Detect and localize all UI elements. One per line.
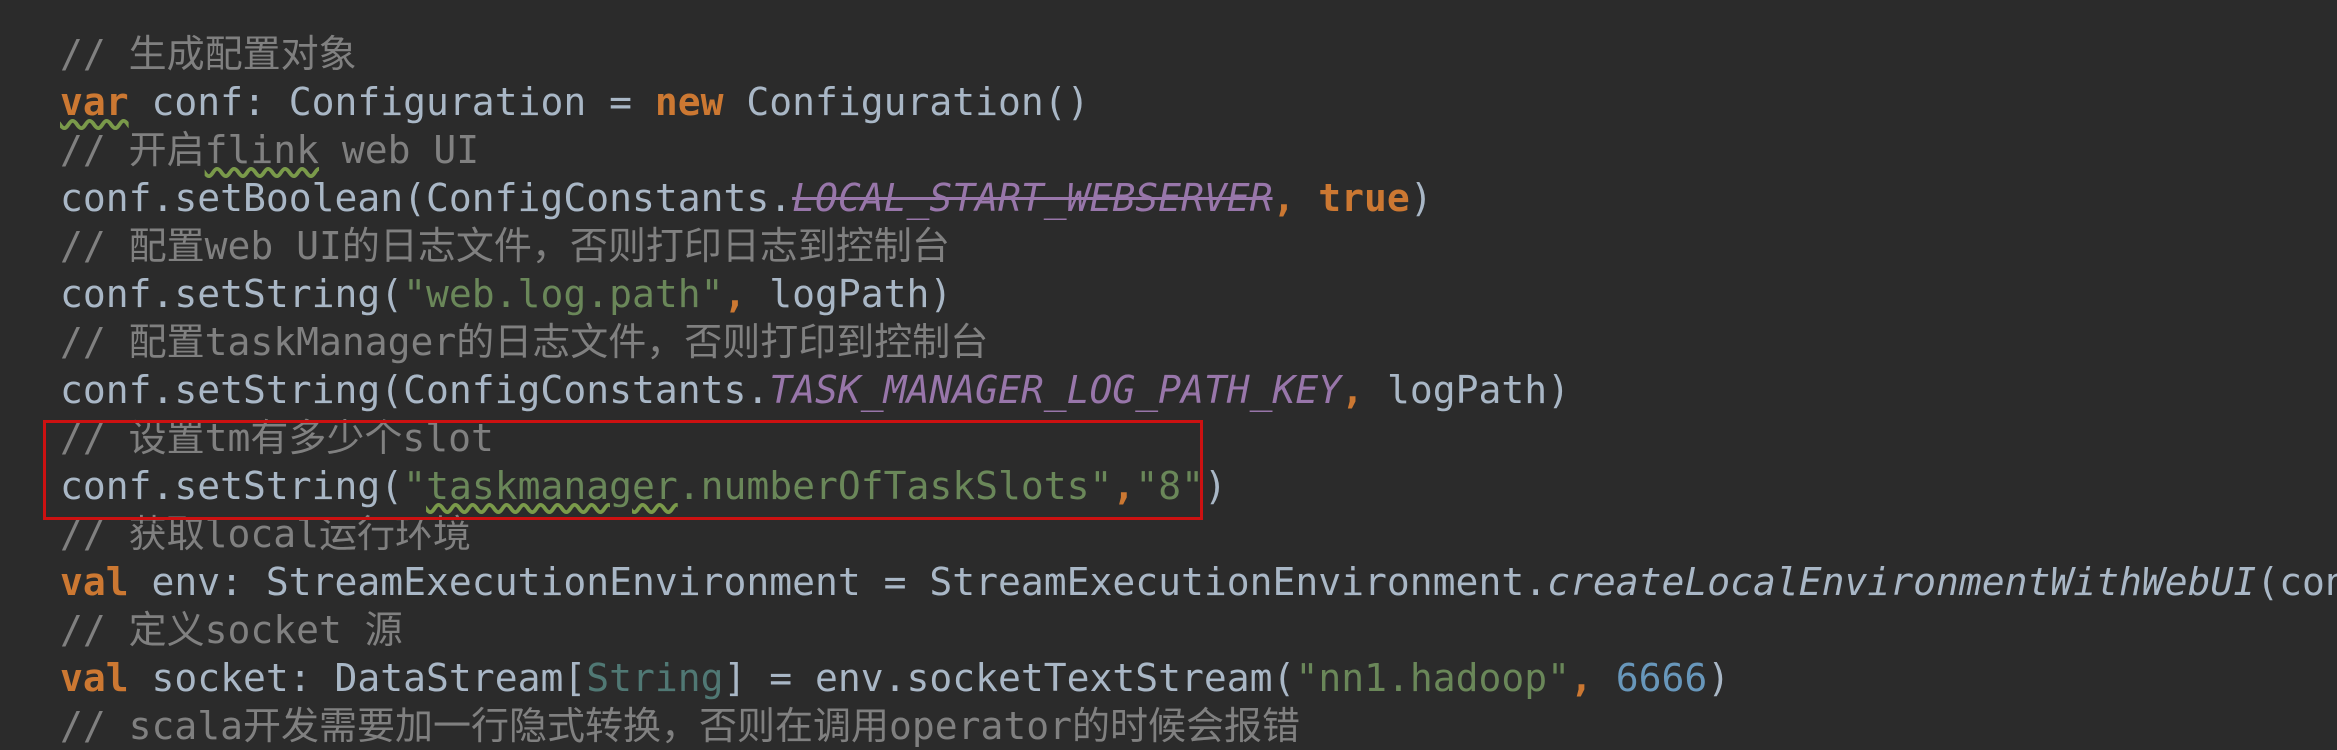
code-line: conf.setString("taskmanager.numberOfTask… [60,462,2337,510]
code-line-comment: // 开启flink web UI [60,126,2337,174]
code-line: conf.setString("web.log.path", logPath) [60,270,2337,318]
code-line-comment: // 生成配置对象 [60,32,357,76]
code-text: conf: Configuration = [128,80,655,124]
code-line-comment: // 获取local运行环境 [60,512,472,556]
code-line: val socket: DataStream[String] = env.soc… [60,654,2337,702]
string-literal: "web.log.path" [403,272,724,316]
comment-text: // 开启 [60,128,205,172]
string-literal: .numberOfTaskSlots" [677,464,1113,508]
code-text: conf.setString(ConfigConstants. [60,368,770,412]
comment-text: web UI [319,128,480,172]
code-text: logPath) [1386,368,1570,412]
code-text: conf.setString( [60,272,404,316]
keyword: var [60,80,129,124]
separator: , [1112,464,1136,508]
code-text: conf.setString( [60,464,404,508]
code-text: (conf) [2256,560,2337,604]
string-literal: taskmanager [426,464,678,508]
code-text: Configuration() [723,80,1090,124]
code-text: ) [1707,656,1731,700]
code-line-comment: // 配置web UI的日志文件，否则打印日志到控制台 [60,224,950,268]
keyword: true [1318,176,1410,220]
type-name: String [586,656,724,700]
code-line: conf.setString(ConfigConstants.TASK_MANA… [60,366,2337,414]
string-literal: " [403,464,427,508]
code-text: ] = env.socketTextStream( [723,656,1296,700]
deprecated-constant: LOCAL_START_WEBSERVER [792,176,1273,220]
keyword: val [60,560,129,604]
separator: , [1569,656,1616,700]
code-text: conf.setBoolean(ConfigConstants. [60,176,793,220]
string-literal: "nn1.hadoop" [1295,656,1570,700]
string-literal: "8" [1135,464,1204,508]
number-literal: 6666 [1615,656,1708,700]
method-name: createLocalEnvironmentWithWebUI [1547,560,2257,604]
code-text: ) [1409,176,1433,220]
code-line: conf.setBoolean(ConfigConstants.LOCAL_ST… [60,174,2337,222]
comment-text: flink [204,128,320,172]
code-text: env: StreamExecutionEnvironment = Stream… [128,560,1548,604]
code-line-comment: // 定义socket 源 [60,608,403,652]
code-line: var conf: Configuration = new Configurat… [60,78,2337,126]
code-line-comment: // 设置tm有多少个slot [60,416,494,460]
code-editor[interactable]: // 生成配置对象 var conf: Configuration = new … [60,30,2337,702]
separator: , [1272,176,1319,220]
separator: , [723,272,770,316]
code-text: ) [1203,464,1227,508]
code-text: socket: DataStream[ [128,656,587,700]
keyword: new [654,80,724,124]
separator: , [1341,368,1387,412]
code-text: logPath) [769,272,953,316]
keyword: val [60,656,129,700]
code-line: val env: StreamExecutionEnvironment = St… [60,558,2337,606]
code-line-comment: // 配置taskManager的日志文件，否则打印到控制台 [60,320,989,364]
code-line-comment-partial: // scala开发需要加一行隐式转换，否则在调用operator的时候会报错 [60,704,1301,748]
constant: TASK_MANAGER_LOG_PATH_KEY [769,368,1342,412]
